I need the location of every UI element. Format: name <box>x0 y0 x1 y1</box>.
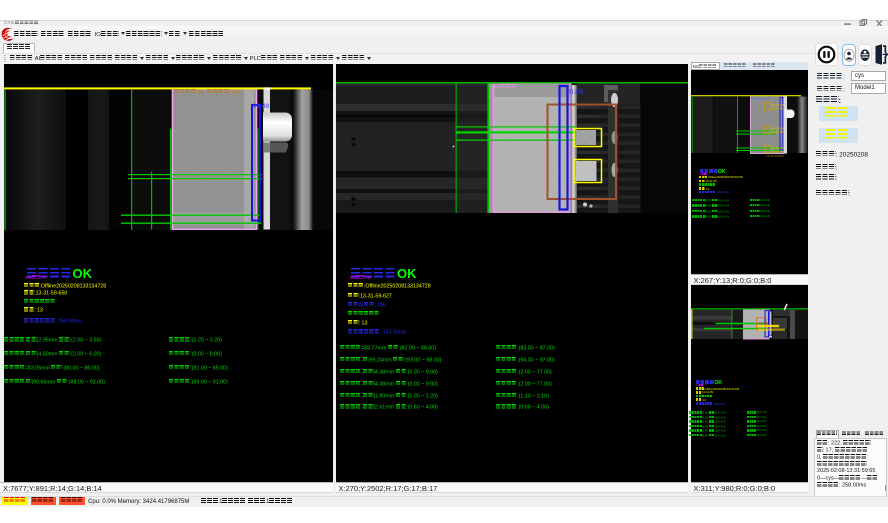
svg-text:NG:0.52: NG:0.52 <box>758 322 769 326</box>
svg-text:20.89: 20.89 <box>565 89 583 96</box>
svg-text:TH:93, DY:100: TH:93, DY:100 <box>750 97 770 101</box>
svg-text:93.48: 93.48 <box>253 103 270 110</box>
svg-text:13:31:59: 13:31:59 <box>771 107 783 111</box>
svg-text:13:31:59:650: 13:31:59:650 <box>766 154 784 158</box>
svg-text:13:31:59: 13:31:59 <box>771 130 783 134</box>
